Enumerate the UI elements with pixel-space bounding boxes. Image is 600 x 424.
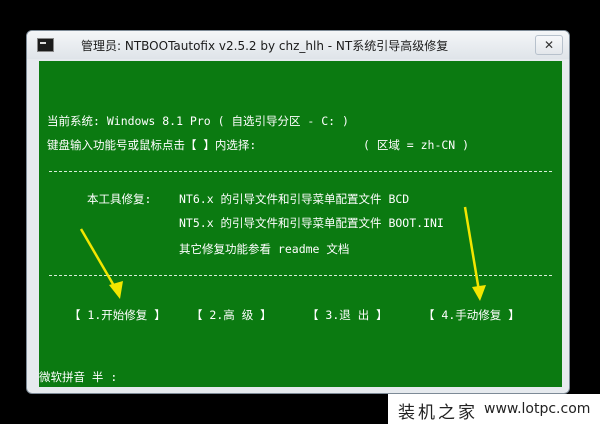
repair-label: 本工具修复: [87,192,152,206]
watermark-brand: 装机之家 [398,403,478,423]
close-button[interactable]: ✕ [535,35,563,55]
console-app-icon [37,38,54,52]
menu-manual-repair[interactable]: 【 4.手动修复 】 [423,307,520,323]
menu-start-repair[interactable]: 【 1.开始修复 】 [69,307,166,323]
window-title: 管理员: NTBOOTautofix v2.5.2 by chz_hlh - N… [81,39,449,53]
repair-nt6-line: NT6.x 的引导文件和引导菜单配置文件 BCD [179,192,410,206]
menu-exit[interactable]: 【 3.退 出 】 [307,307,388,323]
menu-advanced[interactable]: 【 2.高 级 】 [191,307,272,323]
arrow-to-start-repair [79,228,123,299]
separator-bottom [49,275,552,276]
current-system-line: 当前系统: Windows 8.1 Pro ( 自选引导分区 - C: ) [47,114,349,128]
repair-nt5-line: NT5.x 的引导文件和引导菜单配置文件 BOOT.INI [179,216,444,230]
arrow-to-manual-repair [463,206,486,301]
separator-top [49,171,552,172]
site-watermark: 装机之家 www.lotpc.com [388,394,600,424]
title-bar[interactable]: 管理员: NTBOOTautofix v2.5.2 by chz_hlh - N… [27,31,569,59]
readme-line: 其它修复功能参看 readme 文档 [179,242,350,256]
console-area: 当前系统: Windows 8.1 Pro ( 自选引导分区 - C: ) 键盘… [39,61,562,387]
console-window: 管理员: NTBOOTautofix v2.5.2 by chz_hlh - N… [26,30,570,394]
watermark-url: www.lotpc.com [484,401,591,417]
prompt-line: 键盘输入功能号或鼠标点击【 】内选择: [47,138,257,152]
ime-status: 微软拼音 半 : [39,370,118,384]
locale-indicator: ( 区域 = zh-CN ) [363,138,470,152]
